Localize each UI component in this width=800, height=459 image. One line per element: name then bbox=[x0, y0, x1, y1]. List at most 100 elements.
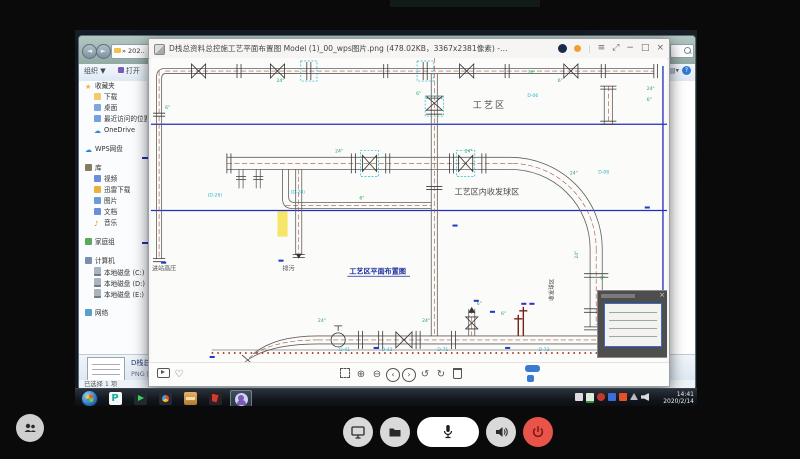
microphone-button[interactable] bbox=[417, 417, 479, 447]
svg-text:(D-26): (D-26) bbox=[208, 192, 223, 198]
clock-time: 14:41 bbox=[663, 391, 694, 398]
next-button[interactable]: › bbox=[401, 368, 417, 382]
drawing-canvas[interactable]: 工艺区 工艺区内收发球区 工艺区平面布置图 进站高压 排污 收发球区 24"6"… bbox=[151, 58, 667, 363]
close-button[interactable]: × bbox=[656, 39, 664, 58]
tray-icon-3[interactable] bbox=[597, 393, 605, 401]
tray-icon-4[interactable] bbox=[608, 393, 616, 401]
sidebar-item-drive[interactable]: 本地磁盘 (D:) bbox=[79, 278, 147, 289]
separator: | bbox=[588, 39, 591, 58]
delete-button[interactable] bbox=[449, 368, 465, 382]
computer-icon bbox=[85, 257, 92, 264]
navigator-title bbox=[601, 294, 635, 298]
svg-text:24": 24" bbox=[647, 86, 655, 92]
sidebar-item-thunder[interactable]: 迅雷下载 bbox=[79, 185, 147, 196]
svg-text:6": 6" bbox=[600, 276, 605, 282]
svg-text:D-43: D-43 bbox=[382, 347, 393, 353]
sidebar-item-cloud-wps[interactable]: ☁WPS网盘 bbox=[79, 144, 147, 155]
svg-text:6": 6" bbox=[501, 311, 506, 317]
view-options[interactable]: ▤▾? bbox=[669, 66, 691, 75]
sidebar-item-network[interactable]: 网络 bbox=[79, 308, 147, 319]
viewer-titlebar[interactable]: D栈总资料总控施工艺平面布置图 Model (1)_00_wps图片.png (… bbox=[149, 39, 669, 59]
sidebar-item-recent[interactable]: 最近访问的位置 bbox=[79, 114, 147, 125]
taskbar-app-video-player[interactable] bbox=[130, 390, 150, 406]
start-button[interactable] bbox=[81, 390, 98, 406]
sidebar-item-computer[interactable]: 计算机 bbox=[79, 256, 147, 267]
rotate-left-button[interactable]: ↺ bbox=[417, 369, 433, 380]
volume-icon[interactable] bbox=[641, 393, 649, 401]
sidebar-item-folder-down[interactable]: 下载 bbox=[79, 92, 147, 103]
svg-text:24": 24" bbox=[570, 170, 578, 176]
help-icon[interactable]: ? bbox=[682, 66, 691, 75]
sidebar-item-homegroup[interactable]: 家庭组 bbox=[79, 237, 147, 248]
tray-icon-5[interactable] bbox=[619, 393, 627, 401]
meeting-stage: ◄ ► » 202.. 组织 ▼ 打开 ▤▾? ★收藏夹下载桌面最近访问的位置☁… bbox=[0, 0, 800, 459]
maximize-button[interactable]: □ bbox=[641, 39, 650, 58]
viewer-title: D栈总资料总控施工艺平面布置图 Model (1)_00_wps图片.png (… bbox=[169, 39, 509, 58]
participants-button[interactable] bbox=[16, 414, 44, 442]
label-inlet: 进站高压 bbox=[152, 265, 176, 273]
navigator-panel[interactable]: × bbox=[597, 290, 667, 358]
tray-icon-2[interactable] bbox=[586, 393, 594, 403]
taskbar-app-wps-p[interactable]: P bbox=[105, 390, 125, 406]
viewer-toolbar: ♡ ⊕ ⊖ ‹ › ↺ ↻ bbox=[149, 362, 669, 386]
back-button[interactable]: ◄ bbox=[82, 44, 97, 59]
svg-text:D-08: D-08 bbox=[598, 169, 609, 175]
sidebar-item-desktop[interactable]: 桌面 bbox=[79, 103, 147, 114]
fullscreen-button[interactable]: ⤢ bbox=[612, 39, 619, 58]
shared-screen: ◄ ► » 202.. 组织 ▼ 打开 ▤▾? ★收藏夹下载桌面最近访问的位置☁… bbox=[75, 30, 697, 406]
taskbar-app-archive[interactable] bbox=[180, 390, 200, 406]
tray-icon-1[interactable] bbox=[575, 393, 583, 401]
address-bar[interactable]: » 202.. bbox=[111, 44, 153, 59]
call-control-bar bbox=[343, 417, 553, 447]
organize-button[interactable]: 组织 ▼ bbox=[79, 64, 111, 78]
recent-icon bbox=[94, 115, 101, 122]
navigator-close-icon[interactable]: × bbox=[659, 291, 665, 299]
navigation-pane: ★收藏夹下载桌面最近访问的位置☁OneDrive ☁WPS网盘库视频迅雷下载图片文… bbox=[79, 81, 148, 354]
sidebar-item-drive[interactable]: 本地磁盘 (E:) bbox=[79, 289, 147, 300]
zoom-in-button[interactable]: ⊕ bbox=[353, 369, 369, 380]
system-tray[interactable] bbox=[575, 393, 649, 403]
documents-icon bbox=[94, 208, 101, 215]
notice-badge-icon[interactable] bbox=[574, 45, 581, 52]
sidebar-item-documents[interactable]: 文档 bbox=[79, 207, 147, 218]
minimize-button[interactable]: − bbox=[626, 39, 634, 58]
clock-date: 2020/2/14 bbox=[663, 398, 694, 405]
speaker-button[interactable] bbox=[486, 417, 516, 447]
forward-button[interactable]: ► bbox=[96, 44, 111, 59]
sidebar-item-music[interactable]: ♪音乐 bbox=[79, 218, 147, 229]
contact-icon[interactable] bbox=[527, 375, 534, 382]
svg-text:6": 6" bbox=[359, 195, 364, 201]
comment-badge-icon[interactable] bbox=[558, 44, 567, 53]
rotate-right-button[interactable]: ↻ bbox=[433, 369, 449, 380]
taskbar-clock[interactable]: 14:41 2020/2/14 bbox=[663, 391, 694, 405]
search-input[interactable] bbox=[670, 44, 694, 58]
previous-button[interactable]: ‹ bbox=[385, 368, 401, 382]
sidebar-item-videos[interactable]: 视频 bbox=[79, 174, 147, 185]
menu-button[interactable]: ≡ bbox=[598, 39, 606, 58]
homegroup-icon bbox=[85, 238, 92, 245]
open-button[interactable]: 打开 bbox=[113, 64, 145, 78]
fit-screen-button[interactable] bbox=[337, 368, 353, 381]
label-launcher: 收发球区 bbox=[548, 278, 556, 300]
taskbar-app-photo-viewer[interactable] bbox=[230, 390, 252, 406]
sidebar-item-cloud[interactable]: ☁OneDrive bbox=[79, 125, 147, 136]
navigator-thumbnail[interactable] bbox=[604, 303, 662, 347]
screen-share-button[interactable] bbox=[343, 417, 373, 447]
svg-text:6": 6" bbox=[477, 301, 482, 307]
network-icon[interactable] bbox=[630, 393, 638, 400]
sidebar-item-drive[interactable]: 本地磁盘 (C:) bbox=[79, 267, 147, 278]
zoom-out-button[interactable]: ⊖ bbox=[369, 369, 385, 380]
favorite-button[interactable]: ♡ bbox=[171, 369, 187, 380]
leave-call-button[interactable] bbox=[523, 417, 553, 447]
svg-text:24": 24" bbox=[465, 148, 473, 154]
sidebar-item-library[interactable]: 库 bbox=[79, 163, 147, 174]
sidebar-item-star[interactable]: ★收藏夹 bbox=[79, 81, 147, 92]
label-drain: 排污 bbox=[283, 265, 295, 273]
svg-text:D-71: D-71 bbox=[437, 347, 448, 353]
drive-icon bbox=[94, 289, 101, 298]
sidebar-item-pictures[interactable]: 图片 bbox=[79, 196, 147, 207]
slideshow-button[interactable] bbox=[155, 368, 171, 381]
taskbar-app-browser[interactable] bbox=[155, 390, 175, 406]
folder-share-button[interactable] bbox=[380, 417, 410, 447]
taskbar-app-meeting[interactable] bbox=[205, 390, 225, 406]
